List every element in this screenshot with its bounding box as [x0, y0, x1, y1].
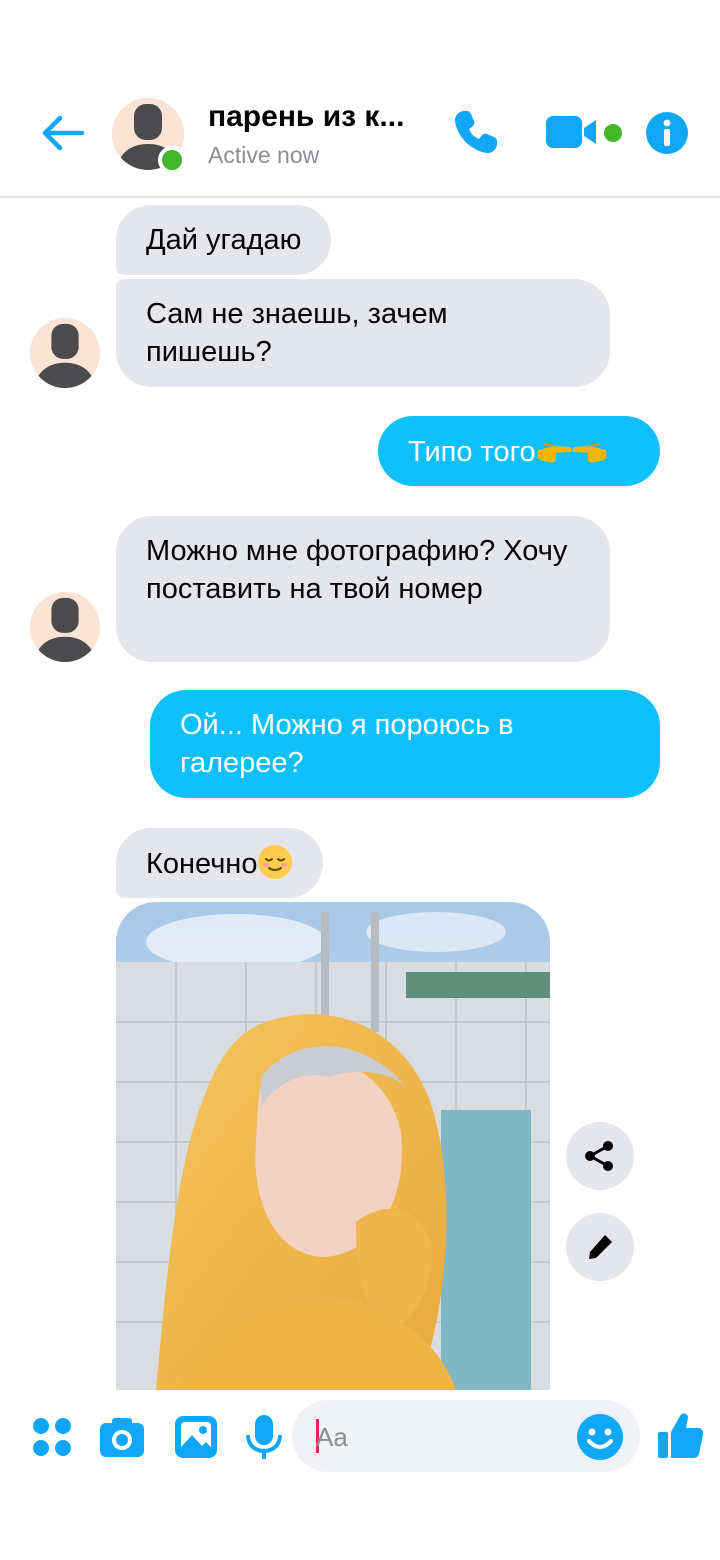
messenger-chat-screen: парень из к... Active now Дай угадаю Сам…: [0, 0, 720, 1560]
microphone-icon[interactable]: [240, 1413, 288, 1461]
default-avatar-icon: [30, 318, 100, 388]
relieved-face-emoji-icon: [258, 845, 293, 879]
message-text: Дай угадаю: [146, 224, 302, 256]
finger-pointing-right-icon: [537, 443, 572, 463]
message-bubble-incoming[interactable]: Конечно: [116, 828, 324, 898]
share-button[interactable]: [566, 1122, 634, 1190]
message-bubble-incoming[interactable]: Сам не знаешь, зачем пишешь?: [116, 279, 610, 387]
back-arrow-icon[interactable]: [38, 108, 88, 158]
message-bubble-outgoing[interactable]: Типо того: [378, 416, 660, 486]
video-call-icon[interactable]: [544, 112, 608, 152]
photo-image: [116, 902, 550, 1390]
finger-pointing-left-icon: [572, 443, 607, 463]
contact-avatar-small[interactable]: [30, 592, 100, 662]
camera-icon[interactable]: [98, 1413, 146, 1461]
message-bubble-incoming[interactable]: Дай угадаю: [116, 205, 332, 275]
message-text: Сам не знаешь, зачем пишешь?: [146, 298, 448, 368]
edit-button[interactable]: [566, 1213, 634, 1281]
contact-avatar-small[interactable]: [30, 318, 100, 388]
message-text: Конечно: [146, 848, 258, 880]
default-avatar-icon: [30, 592, 100, 662]
contact-status: Active now: [208, 142, 320, 168]
info-icon[interactable]: [644, 110, 690, 156]
video-online-indicator: [604, 124, 622, 142]
chat-header: парень из к... Active now: [0, 0, 720, 198]
photo-attachment[interactable]: [116, 902, 550, 1390]
contact-name[interactable]: парень из к...: [208, 100, 404, 134]
message-text: Ой... Можно я пороюсь в галерее?: [180, 709, 514, 779]
emoji-picker-icon[interactable]: [576, 1413, 624, 1461]
phone-call-icon[interactable]: [450, 106, 502, 158]
gallery-icon[interactable]: [172, 1413, 220, 1461]
apps-menu-icon[interactable]: [28, 1413, 76, 1461]
share-icon: [585, 1141, 613, 1171]
message-text: Можно мне фотографию? Хочу поставить на …: [146, 535, 568, 605]
message-input-placeholder: Aa: [316, 1422, 348, 1452]
online-indicator: [158, 146, 186, 174]
message-text: Типо того: [408, 436, 536, 468]
message-bubble-incoming[interactable]: Можно мне фотографию? Хочу поставить на …: [116, 516, 610, 662]
pencil-icon: [589, 1235, 612, 1259]
message-bubble-outgoing[interactable]: Ой... Можно я пороюсь в галерее?: [150, 690, 660, 798]
thumbs-up-icon[interactable]: [656, 1410, 704, 1462]
